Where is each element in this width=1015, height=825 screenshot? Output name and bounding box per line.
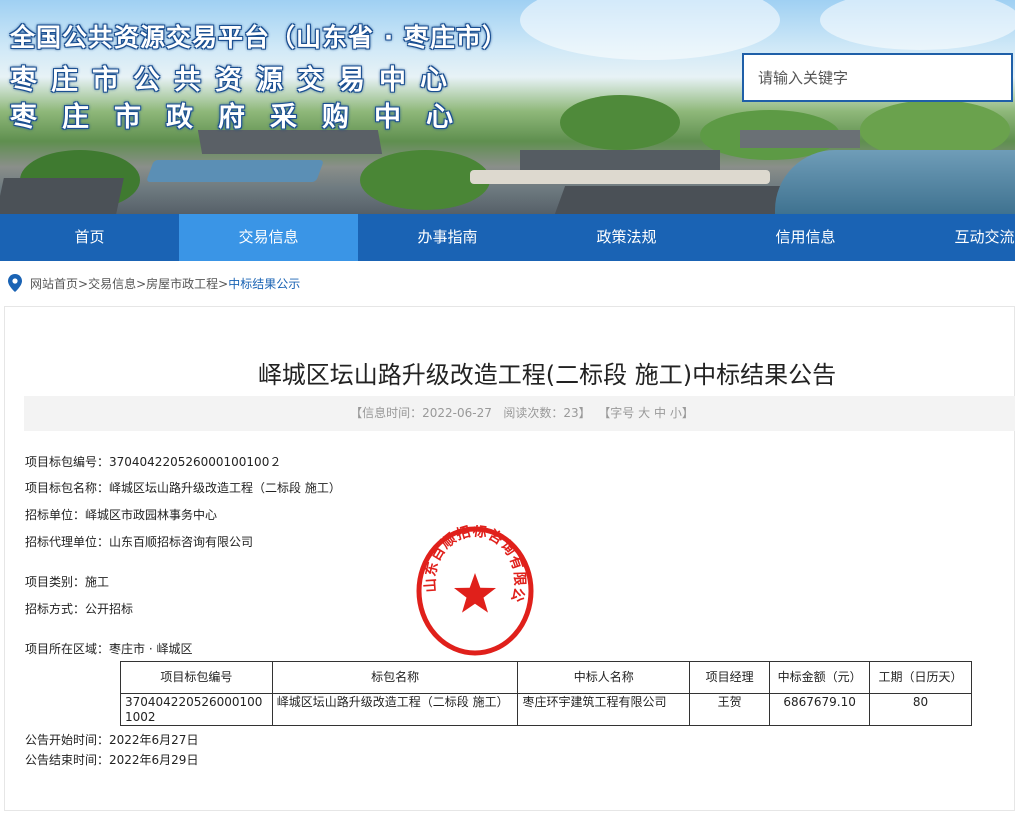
banner-cloud	[820, 0, 1015, 50]
font-size-medium[interactable]: 中	[654, 406, 666, 420]
font-size-small[interactable]: 小	[670, 406, 682, 420]
article-title: 峄城区坛山路升级改造工程(二标段 施工)中标结果公告	[257, 361, 837, 389]
breadcrumb: 网站首页> 交易信息> 房屋市政工程> 中标结果公示	[8, 272, 300, 294]
field-method: 招标方式：公开招标	[25, 602, 134, 616]
site-title-center: 枣庄市公共资源交易中心	[10, 65, 461, 96]
nav-item-policy[interactable]: 政策法规	[537, 214, 716, 261]
info-views-label: 阅读次数：	[503, 406, 564, 420]
nav-item-home[interactable]: 首页	[0, 214, 179, 261]
field-package-no: 项目标包编号：370404220526000100100２	[25, 455, 282, 469]
th-duration: 工期（日历天）	[869, 661, 972, 694]
site-title-platform: 全国公共资源交易平台（山东省 · 枣庄市）	[10, 23, 508, 52]
field-category: 项目类别：施工	[25, 575, 110, 589]
breadcrumb-municipal[interactable]: 房屋市政工程>	[146, 275, 228, 292]
breadcrumb-current[interactable]: 中标结果公示	[228, 275, 300, 292]
search-input[interactable]	[744, 55, 1011, 100]
field-agent: 招标代理单位：山东百顺招标咨询有限公司	[25, 535, 254, 549]
banner-tree	[560, 95, 680, 150]
field-region: 项目所在区域：枣庄市 · 峄城区	[25, 642, 193, 656]
breadcrumb-home[interactable]: 网站首页>	[30, 275, 88, 292]
info-suffix: 】	[578, 406, 591, 420]
banner-water	[775, 150, 1015, 214]
cell-amount: 6867679.10	[769, 693, 871, 726]
cell-manager: 王贺	[689, 693, 771, 726]
search-box	[742, 53, 1013, 102]
banner-roof	[520, 150, 720, 170]
article-info-bar: 【信息时间：2022-06-27 阅读次数：23】 【字号 大 中 小】	[24, 396, 1015, 431]
nav-item-credit[interactable]: 信用信息	[716, 214, 895, 261]
result-table: 项目标包编号 标包名称 中标人名称 项目经理 中标金额（元） 工期（日历天） 3…	[120, 661, 972, 726]
field-end-time: 公告结束时间：2022年6月29日	[25, 753, 199, 767]
banner-roof	[0, 178, 124, 214]
th-package-no: 项目标包编号	[120, 661, 273, 694]
article-panel: 峄城区坛山路升级改造工程(二标段 施工)中标结果公告 【信息时间：2022-06…	[4, 306, 1015, 811]
banner-bridge	[470, 170, 770, 184]
site-title-procurement: 枣庄市政府采购中心	[10, 102, 478, 133]
cell-winner: 枣庄环宇建筑工程有限公司	[517, 693, 691, 726]
banner-cloud	[520, 0, 780, 60]
th-amount: 中标金额（元）	[769, 661, 871, 694]
banner-pool	[145, 160, 325, 182]
company-seal-stamp: 山东百顺招标咨询有限公司	[415, 525, 534, 656]
info-prefix: 【信息时间：	[350, 406, 423, 420]
font-size-large[interactable]: 大	[638, 406, 650, 420]
cell-duration: 80	[869, 693, 972, 726]
font-size-label: 【字号	[598, 406, 635, 420]
banner-roof	[740, 130, 860, 148]
th-manager: 项目经理	[689, 661, 771, 694]
location-pin-icon	[8, 274, 22, 292]
field-package-name: 项目标包名称：峄城区坛山路升级改造工程（二标段 施工）	[25, 481, 341, 495]
table-row: 3704042205260001001002 峄城区坛山路升级改造工程（二标段 …	[120, 693, 972, 726]
nav-item-interaction[interactable]: 互动交流	[895, 214, 1015, 261]
font-size-suffix: 】	[681, 406, 694, 420]
nav-item-guide[interactable]: 办事指南	[358, 214, 537, 261]
nav-item-trade-info[interactable]: 交易信息	[179, 214, 358, 261]
cell-package-name: 峄城区坛山路升级改造工程（二标段 施工）	[271, 693, 519, 726]
th-package-name: 标包名称	[271, 661, 519, 694]
field-start-time: 公告开始时间：2022年6月27日	[25, 733, 199, 747]
breadcrumb-trade-info[interactable]: 交易信息>	[88, 275, 146, 292]
field-tenderer: 招标单位：峄城区市政园林事务中心	[25, 508, 218, 522]
info-views: 23	[563, 406, 579, 420]
cell-package-no: 3704042205260001001002	[120, 693, 273, 726]
table-header-row: 项目标包编号 标包名称 中标人名称 项目经理 中标金额（元） 工期（日历天）	[120, 661, 972, 694]
header-banner: 全国公共资源交易平台（山东省 · 枣庄市） 枣庄市公共资源交易中心 枣庄市政府采…	[0, 0, 1015, 214]
info-date: 2022-06-27	[422, 406, 492, 420]
main-nav: 首页 交易信息 办事指南 政策法规 信用信息 互动交流	[0, 214, 1015, 261]
th-winner: 中标人名称	[517, 661, 691, 694]
